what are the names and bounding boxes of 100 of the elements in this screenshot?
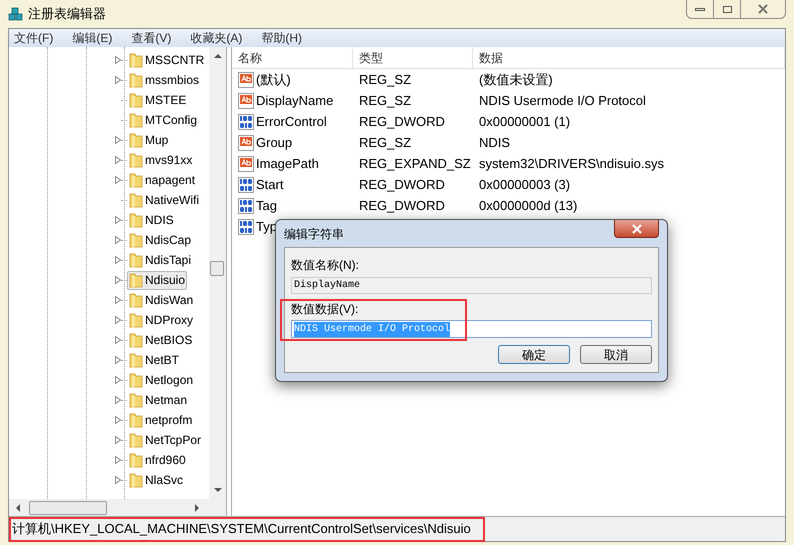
expand-arrow-icon[interactable] [115,276,121,284]
tree-item[interactable]: NDProxy [127,310,196,330]
dialog-button[interactable]: 取消 [580,345,652,364]
tree-item[interactable]: NetTcpPor [127,430,204,450]
string-value-icon [238,134,254,150]
expand-arrow-icon[interactable] [115,456,121,464]
expand-arrow-icon[interactable] [115,476,121,484]
tree-item[interactable]: mvs91xx [127,150,194,170]
expand-arrow-icon[interactable] [115,356,121,364]
horizontal-scrollbar[interactable] [9,499,226,516]
expand-arrow-icon[interactable] [115,376,121,384]
folder-icon [129,132,143,148]
close-button[interactable] [614,220,659,238]
value-name[interactable]: Tag [256,196,280,216]
tree-item[interactable]: Netlogon [127,370,196,390]
field-label: 数值名称(N): [291,257,360,274]
menu-item[interactable]: 帮助(H) [261,29,302,47]
expand-arrow-icon[interactable] [115,296,121,304]
column-header[interactable]: 名称 [232,47,353,68]
folder-icon [129,232,143,248]
value-name[interactable]: ErrorControl [256,112,330,132]
table-cell: 0x00000001 (1) [479,114,570,129]
column-header[interactable]: 类型 [353,47,473,68]
expand-arrow-icon[interactable] [115,56,121,64]
string-value-icon [238,72,254,88]
expand-arrow-icon[interactable] [115,156,121,164]
value-name[interactable]: Group [256,132,296,152]
folder-icon [129,92,143,108]
dialog-button[interactable]: 确定 [498,345,570,364]
expand-arrow-icon[interactable] [115,416,121,424]
table-cell: REG_SZ [359,92,412,108]
folder-icon [129,412,143,428]
scroll-left-icon[interactable] [15,504,21,512]
folder-icon [129,192,143,208]
scroll-up-icon[interactable] [214,53,222,59]
scroll-right-icon[interactable] [194,504,200,512]
folder-icon [129,172,143,188]
tree-item[interactable]: NdisWan [127,290,196,310]
dialog-title: 编辑字符串 [284,226,344,242]
column-header[interactable]: 数据 [473,47,785,68]
expand-arrow-icon[interactable] [115,236,121,244]
folder-icon [129,352,143,368]
menu-item[interactable]: 编辑(E) [72,29,112,47]
table-cell: REG_DWORD [359,198,445,213]
scrollbar-thumb[interactable] [29,500,107,514]
folder-icon [129,152,143,168]
menu-item[interactable]: 查看(V) [131,29,172,47]
binary-value-icon [238,218,254,234]
field-label: 数值数据(V): [291,301,360,318]
tree-item[interactable]: Ndisuio [127,270,188,290]
table-cell: REG_SZ [359,134,412,150]
tree-item[interactable]: NetBIOS [127,330,194,350]
value-name[interactable]: (默认) [256,70,294,90]
expand-arrow-icon[interactable] [115,316,121,324]
menu-item[interactable]: 收藏夹(A) [190,29,242,47]
window-title: 注册表编辑器 [28,5,106,24]
tree-item[interactable]: napagent [127,170,198,190]
tree-item[interactable]: NDIS [127,210,176,230]
scrollbar-thumb[interactable] [210,261,224,276]
tree-item[interactable]: netprofm [127,410,194,430]
folder-icon [129,432,143,448]
tree-item[interactable]: NlaSvc [127,470,186,490]
expand-arrow-icon[interactable] [115,76,121,84]
value-name[interactable]: ImagePath [256,154,322,174]
tree-item[interactable]: NativeWifi [127,190,202,210]
folder-icon [129,112,143,128]
folder-icon [129,452,143,468]
table-cell: NDIS [479,134,510,150]
expand-arrow-icon[interactable] [115,256,121,264]
tree-item[interactable]: mssmbios [127,70,202,90]
tree-item[interactable]: Netman [127,390,190,410]
string-value-icon [238,156,254,172]
close-icon [757,4,769,14]
tree-item[interactable]: MSSCNTR [127,50,206,70]
tree-item[interactable]: nfrd960 [127,450,188,470]
binary-value-icon [238,176,254,192]
expand-arrow-icon[interactable] [115,436,121,444]
value-name-field[interactable]: DisplayName [291,277,652,294]
expand-arrow-icon[interactable] [115,176,121,184]
table-cell: 0x0000000d (13) [479,198,578,213]
tree-item[interactable]: NdisTapi [127,250,194,270]
menu-item[interactable]: 文件(F) [14,29,54,47]
table-cell: NDIS Usermode I/O Protocol [479,92,646,108]
expand-arrow-icon[interactable] [115,216,121,224]
expand-arrow-icon[interactable] [115,396,121,404]
value-name[interactable]: Start [256,174,286,194]
table-cell: 0x00000003 (3) [479,176,570,192]
tree-item[interactable]: MSTEE [127,90,188,110]
tree-item[interactable]: NdisCap [127,230,194,250]
tree-item[interactable]: MTConfig [127,110,200,130]
value-name[interactable]: DisplayName [256,90,336,110]
scroll-down-icon[interactable] [214,487,222,493]
vertical-scrollbar[interactable] [209,47,226,499]
tree-item[interactable]: NetBT [127,350,182,370]
table-cell: system32\DRIVERS\ndisuio.sys [479,156,664,171]
string-value-icon [238,92,254,108]
expand-arrow-icon[interactable] [115,136,121,144]
binary-value-icon [238,198,254,214]
expand-arrow-icon[interactable] [115,336,121,344]
tree-item[interactable]: Mup [127,130,170,150]
